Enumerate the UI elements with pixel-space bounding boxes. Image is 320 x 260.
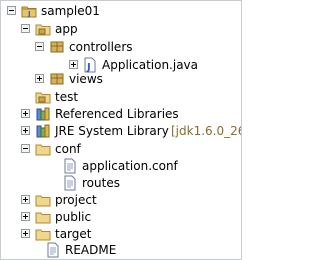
tree-label: views (69, 72, 103, 86)
tree-item-project[interactable]: project (1, 191, 241, 209)
expand-toggle[interactable] (21, 229, 30, 238)
expand-toggle[interactable] (21, 126, 30, 135)
tree-label: Referenced Libraries (55, 107, 179, 121)
folder-icon (35, 144, 51, 156)
java-project-icon: J (21, 6, 37, 18)
folder-icon (35, 212, 51, 224)
package-icon (50, 73, 64, 85)
tree-item-views[interactable]: views (1, 70, 241, 88)
tree-item-sample01[interactable]: J sample01 (1, 2, 241, 20)
tree-label: project (55, 193, 97, 207)
folder-icon (35, 195, 51, 207)
package-icon (50, 41, 64, 53)
expand-toggle[interactable] (21, 195, 30, 204)
tree-label: JRE System Library (55, 124, 169, 138)
text-file-icon (64, 175, 76, 191)
text-file-icon (64, 158, 76, 174)
folder-icon (35, 229, 51, 241)
tree-label: test (55, 90, 79, 104)
text-file-icon (47, 242, 59, 258)
tree-item-conf[interactable]: conf (1, 140, 241, 158)
library-icon (36, 107, 50, 121)
tree-item-application-conf[interactable]: application.conf (1, 157, 241, 175)
svg-text:J: J (27, 10, 31, 18)
tree-item-readme[interactable]: README (1, 241, 241, 259)
tree-label: README (65, 243, 117, 257)
collapse-toggle[interactable] (21, 24, 30, 33)
tree-label: routes (82, 176, 120, 190)
collapse-toggle[interactable] (21, 144, 30, 153)
tree-label: sample01 (41, 4, 100, 18)
tree-label: public (55, 210, 92, 224)
tree-item-public[interactable]: public (1, 208, 241, 226)
project-explorer-tree: J sample01 app controllers J Application… (0, 0, 242, 260)
tree-label: application.conf (82, 159, 178, 173)
expand-toggle[interactable] (21, 109, 30, 118)
library-icon (36, 124, 50, 138)
expand-toggle[interactable] (35, 74, 44, 83)
expand-toggle[interactable] (21, 212, 30, 221)
jre-version-decoration: [jdk1.6.0_26] (171, 124, 241, 138)
collapse-toggle[interactable] (35, 42, 44, 51)
tree-item-test[interactable]: test (1, 88, 241, 106)
tree-item-jre-system-library[interactable]: JRE System Library [jdk1.6.0_26] (1, 122, 241, 140)
collapse-toggle[interactable] (7, 6, 16, 15)
tree-label: controllers (69, 40, 133, 54)
tree-label: conf (55, 142, 81, 156)
tree-label: app (55, 22, 78, 36)
source-folder-icon (35, 24, 51, 36)
tree-item-controllers[interactable]: controllers (1, 38, 241, 56)
source-folder-icon (35, 92, 51, 104)
tree-item-app[interactable]: app (1, 20, 241, 38)
tree-item-referenced-libraries[interactable]: Referenced Libraries (1, 105, 241, 123)
expand-toggle[interactable] (69, 60, 78, 69)
tree-item-routes[interactable]: routes (1, 174, 241, 192)
